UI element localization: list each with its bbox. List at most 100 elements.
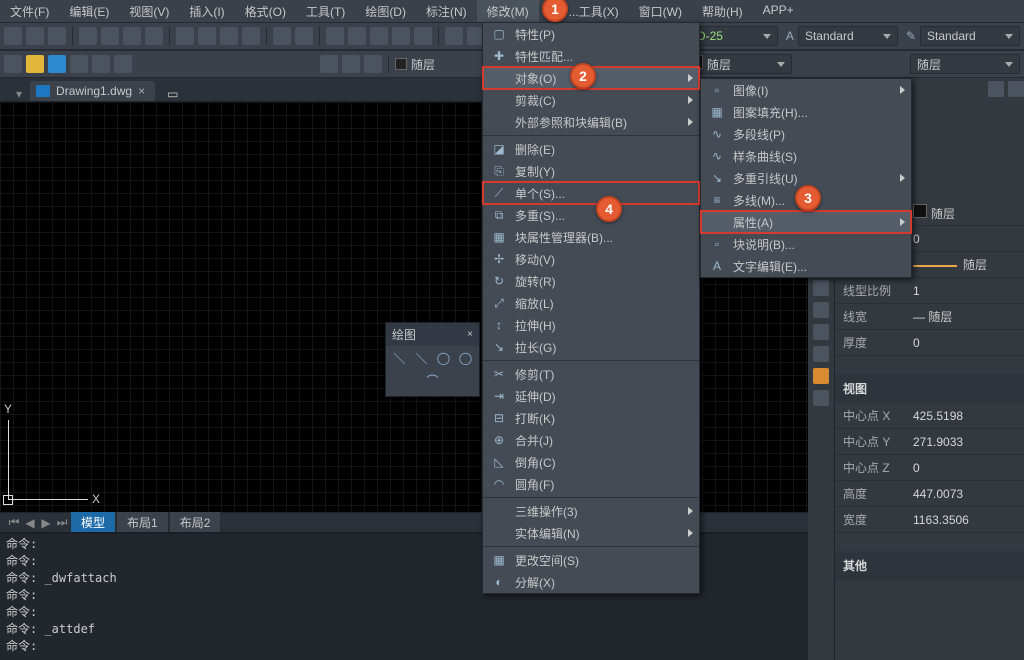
menu-item[interactable]: ✚特性匹配... <box>483 45 699 67</box>
tool-icon[interactable] <box>114 55 132 73</box>
strip-icon[interactable] <box>813 280 829 296</box>
palette-tool-icon[interactable]: ＼ <box>392 350 408 366</box>
palette-tool-icon[interactable]: ◯ <box>436 350 452 366</box>
panel-icon[interactable] <box>988 81 1004 97</box>
tool-icon[interactable] <box>79 27 97 45</box>
menu-item[interactable]: ∿样条曲线(S) <box>701 145 911 167</box>
open-folder-icon[interactable]: ▭ <box>167 87 178 101</box>
tab-nav-first[interactable]: ⏮ <box>6 515 22 530</box>
menu-12[interactable]: 帮助(H) <box>692 0 753 22</box>
menu-item[interactable]: ▫块说明(B)... <box>701 233 911 255</box>
tool-icon[interactable] <box>4 55 22 73</box>
tool-icon[interactable] <box>145 27 163 45</box>
menu-8[interactable]: 修改(M) <box>477 0 539 22</box>
menu-13[interactable]: APP+ <box>753 0 804 22</box>
menu-11[interactable]: 窗口(W) <box>629 0 692 22</box>
palette-close-icon[interactable]: × <box>467 329 473 340</box>
menu-item[interactable]: ⧉多重(S)... <box>483 204 699 226</box>
tool-icon[interactable] <box>101 27 119 45</box>
prop-row[interactable]: 高度447.0073 <box>835 481 1024 507</box>
menu-item[interactable]: ▦图案填充(H)... <box>701 101 911 123</box>
style-combo[interactable]: Standard <box>920 26 1020 46</box>
tab-nav[interactable]: ▾ <box>16 87 22 101</box>
strip-icon[interactable] <box>813 368 829 384</box>
strip-icon[interactable] <box>813 390 829 406</box>
palette-tool-icon[interactable]: ◯ <box>458 350 474 366</box>
tool-icon[interactable] <box>4 27 22 45</box>
menu-item[interactable]: ∿多段线(P) <box>701 123 911 145</box>
menu-item[interactable]: 属性(A) <box>701 211 911 233</box>
tool-icon[interactable] <box>123 27 141 45</box>
menu-item[interactable]: 三维操作(3) <box>483 500 699 522</box>
tool-icon[interactable] <box>370 27 388 45</box>
menu-item[interactable]: ⟋单个(S)... <box>483 182 699 204</box>
tool-icon[interactable] <box>364 55 382 73</box>
menu-item[interactable]: ◠圆角(F) <box>483 473 699 495</box>
strip-icon[interactable] <box>813 302 829 318</box>
menu-item[interactable]: 实体编辑(N) <box>483 522 699 544</box>
prop-row[interactable]: 中心点 Z0 <box>835 455 1024 481</box>
document-tab[interactable]: Drawing1.dwg × <box>30 81 155 101</box>
menu-6[interactable]: 绘图(D) <box>355 0 416 22</box>
tool-icon[interactable] <box>242 27 260 45</box>
tab-nav-prev[interactable]: ◀ <box>22 516 38 530</box>
tool-icon[interactable] <box>26 27 44 45</box>
menu-item[interactable]: 外部参照和块编辑(B) <box>483 111 699 133</box>
menu-item[interactable]: ◐分解(X) <box>483 571 699 593</box>
menu-item[interactable]: ↘拉长(G) <box>483 336 699 358</box>
tool-icon[interactable] <box>48 55 66 73</box>
palette-tool-icon[interactable]: ＼ <box>414 350 430 366</box>
menu-item[interactable]: A文字编辑(E)... <box>701 255 911 277</box>
prop-row[interactable]: 中心点 X425.5198 <box>835 403 1024 429</box>
tool-icon[interactable] <box>414 27 432 45</box>
menu-item[interactable]: ◪删除(E) <box>483 138 699 160</box>
draw-palette[interactable]: 绘图× ＼＼◯◯⌒ <box>385 322 480 397</box>
menu-item[interactable]: ▫图像(I) <box>701 79 911 101</box>
menu-item[interactable]: ✢移动(V) <box>483 248 699 270</box>
tool-icon[interactable] <box>273 27 291 45</box>
tab-nav-next[interactable]: ▶ <box>38 516 54 530</box>
tool-icon[interactable] <box>326 27 344 45</box>
layout-tab[interactable]: 布局1 <box>116 511 169 534</box>
tab-nav-last[interactable]: ⏭ <box>54 515 70 530</box>
menu-3[interactable]: 插入(I) <box>179 0 234 22</box>
menu-item[interactable]: ↕拉伸(H) <box>483 314 699 336</box>
tool-icon[interactable] <box>70 55 88 73</box>
style-combo[interactable]: Standard <box>798 26 898 46</box>
menu-10[interactable]: ...工具(X) <box>559 0 629 22</box>
menu-item[interactable]: ▢特性(P) <box>483 23 699 45</box>
panel-icon[interactable] <box>1008 81 1024 97</box>
prop-row[interactable]: 宽度1163.3506 <box>835 507 1024 533</box>
menu-4[interactable]: 格式(O) <box>235 0 296 22</box>
menu-1[interactable]: 编辑(E) <box>59 0 119 22</box>
menu-item[interactable]: 剪裁(C) <box>483 89 699 111</box>
menu-item[interactable]: ▦块属性管理器(B)... <box>483 226 699 248</box>
menu-7[interactable]: 标注(N) <box>416 0 477 22</box>
tool-icon[interactable] <box>295 27 313 45</box>
menu-item[interactable]: ◺倒角(C) <box>483 451 699 473</box>
menu-5[interactable]: 工具(T) <box>296 0 355 22</box>
tool-icon[interactable] <box>348 27 366 45</box>
tool-icon[interactable] <box>320 55 338 73</box>
tool-icon[interactable] <box>342 55 360 73</box>
tool-icon[interactable] <box>392 27 410 45</box>
menu-item[interactable]: ⇥延伸(D) <box>483 385 699 407</box>
object-submenu[interactable]: ▫图像(I)▦图案填充(H)...∿多段线(P)∿样条曲线(S)↘多重引线(U)… <box>700 78 912 278</box>
strip-icon[interactable] <box>813 324 829 340</box>
tool-icon[interactable] <box>198 27 216 45</box>
modify-menu[interactable]: ▢特性(P)✚特性匹配...对象(O)剪裁(C)外部参照和块编辑(B)◪删除(E… <box>482 22 700 594</box>
menu-item[interactable]: ✂修剪(T) <box>483 363 699 385</box>
menu-item[interactable]: ⊟打断(K) <box>483 407 699 429</box>
prop-row[interactable]: 中心点 Y271.9033 <box>835 429 1024 455</box>
tool-icon[interactable] <box>92 55 110 73</box>
strip-icon[interactable] <box>813 346 829 362</box>
menu-item[interactable]: ⤢缩放(L) <box>483 292 699 314</box>
menu-0[interactable]: 文件(F) <box>0 0 59 22</box>
close-icon[interactable]: × <box>138 84 145 98</box>
palette-tool-icon[interactable]: ⌒ <box>425 372 441 388</box>
bylayer-checkbox[interactable] <box>395 58 407 70</box>
tool-icon[interactable] <box>176 27 194 45</box>
layer-combo-2[interactable]: 随层 <box>910 54 1020 74</box>
menu-item[interactable]: ⎘复制(Y) <box>483 160 699 182</box>
menu-item[interactable]: ↻旋转(R) <box>483 270 699 292</box>
